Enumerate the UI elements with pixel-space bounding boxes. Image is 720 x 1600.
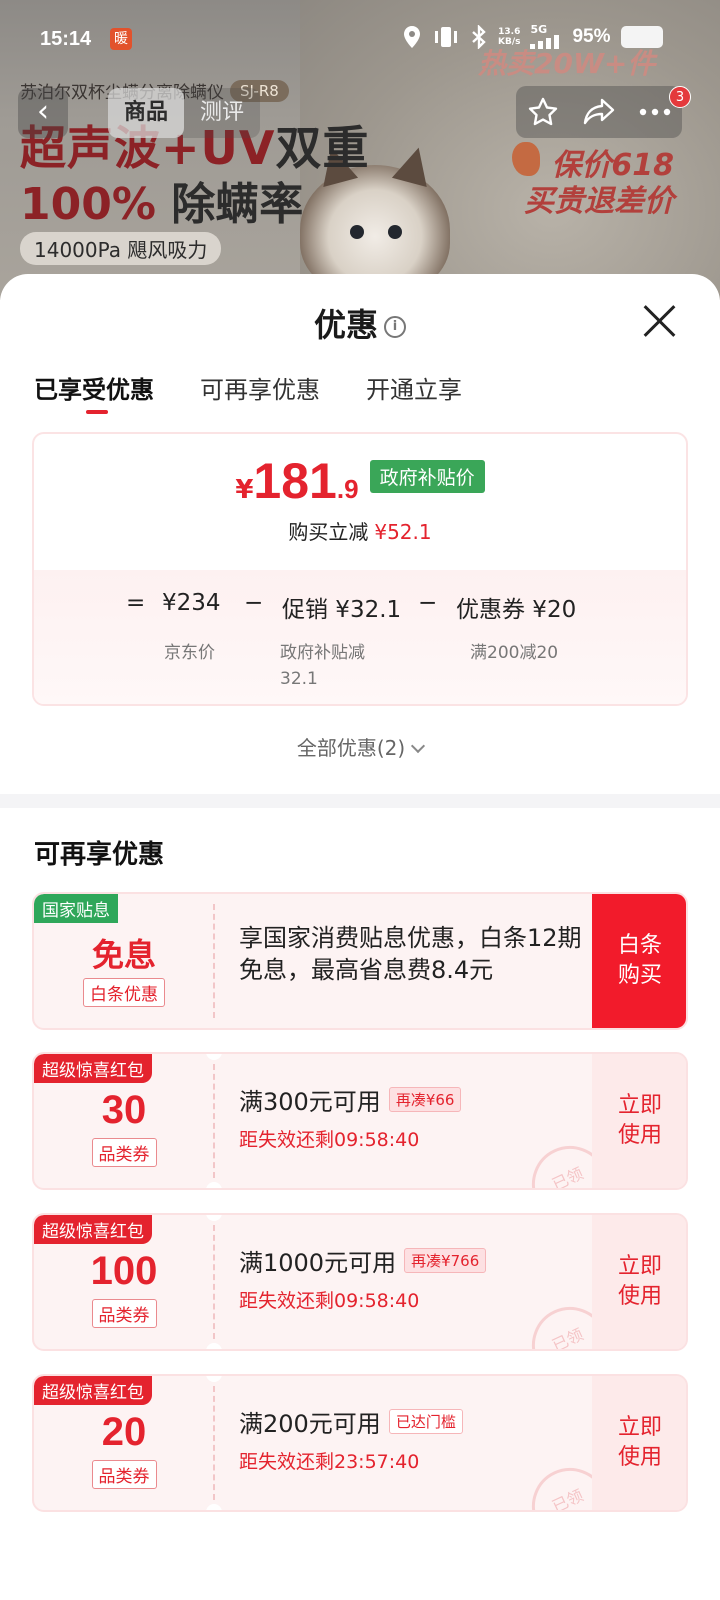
coupon-card: 超级惊喜红包 30 品类券 满300元可用 再凑¥66 距失效还剩09:58:40…	[32, 1052, 688, 1190]
section-divider	[0, 794, 720, 808]
coupon-type: 品类券	[91, 1460, 157, 1489]
coupon-amount: 优惠券 ¥20	[456, 597, 577, 623]
back-button[interactable]: ‹	[18, 88, 68, 138]
tab-review[interactable]: 测评	[184, 88, 260, 138]
promo-amount: 促销 ¥32.1	[282, 597, 402, 623]
coupon-chip: 再凑¥766	[404, 1248, 487, 1273]
fire-icon	[512, 142, 540, 176]
use-now-button[interactable]: 立即 使用	[592, 1215, 686, 1349]
all-discounts-toggle[interactable]: 全部优惠(2)	[0, 732, 720, 761]
coupon-ribbon: 超级惊喜红包	[34, 1215, 152, 1244]
coupon-card-interest-free: 国家贴息 免息 白条优惠 享国家消费贴息优惠，白条12期免息，最高省息费8.4元…	[32, 892, 688, 1030]
more-badge: 3	[669, 86, 691, 108]
coupon-type: 白条优惠	[83, 978, 165, 1007]
coupon-card: 超级惊喜红包 100 品类券 满1000元可用 再凑¥766 距失效还剩09:58…	[32, 1213, 688, 1351]
notification-badge: 暖	[110, 28, 132, 50]
coupon-threshold: 满1000元可用	[239, 1249, 397, 1277]
coupon-value: 免息	[91, 936, 156, 974]
share-icon[interactable]	[582, 96, 616, 128]
coupon-ribbon: 国家贴息	[34, 894, 118, 923]
coupon-card: 超级惊喜红包 20 品类券 满200元可用 已达门槛 距失效还剩23:57:40 …	[32, 1374, 688, 1512]
jd-price: ¥234	[162, 590, 221, 616]
coupon-threshold: 满300元可用	[239, 1088, 381, 1116]
tab-activate[interactable]: 开通立享	[366, 370, 462, 405]
enjoyed-discount-card: ¥181.9 政府补贴价 购买立减 ¥52.1 = ¥234 − 促销 ¥32.1…	[32, 432, 688, 706]
coupon-type: 品类券	[91, 1138, 157, 1167]
discount-tabs: 已享受优惠 可再享优惠 开通立享	[34, 370, 462, 414]
use-now-button[interactable]: 立即 使用	[592, 1054, 686, 1188]
coupon-countdown: 距失效还剩23:57:40	[239, 1451, 420, 1473]
info-icon[interactable]: i	[384, 316, 406, 338]
minus-sign: −	[418, 590, 438, 616]
discount-sheet: 优惠 i 已享受优惠 可再享优惠 开通立享 ¥181.9 政府补贴价 购买立减 ¥5…	[0, 274, 720, 1600]
coupon-value: 20	[101, 1410, 147, 1454]
final-price: ¥181.9 政府补贴价	[34, 452, 686, 510]
minus-sign: −	[244, 590, 264, 616]
instant-reduction: 购买立减 ¥52.1	[288, 520, 432, 544]
hot-sale-banner: 热卖20W+件	[478, 47, 656, 80]
use-now-button[interactable]: 立即 使用	[592, 1376, 686, 1510]
sheet-title: 优惠 i	[0, 300, 720, 346]
status-time: 15:14	[40, 28, 92, 50]
jd-price-label: 京东价	[164, 643, 215, 663]
more-icon[interactable]	[639, 108, 671, 116]
equals-sign: =	[126, 590, 146, 616]
coupon-countdown: 距失效还剩09:58:40	[239, 1290, 420, 1312]
coupon-description: 享国家消费贴息优惠，白条12期免息，最高省息费8.4元	[239, 924, 582, 984]
chevron-down-icon	[411, 738, 426, 754]
baitiao-buy-button[interactable]: 白条 购买	[592, 894, 686, 1028]
coupon-ribbon: 超级惊喜红包	[34, 1054, 152, 1083]
price-breakdown: = ¥234 − 促销 ¥32.1 − 优惠券 ¥20 京东价 政府补贴减 32…	[34, 570, 686, 704]
tab-product[interactable]: 商品	[108, 88, 184, 138]
favorite-star-icon[interactable]	[527, 96, 559, 128]
nav-actions	[516, 86, 682, 138]
coupon-label: 满200减20	[470, 643, 559, 663]
coupon-value: 30	[101, 1088, 147, 1132]
subsidy-price-tag: 政府补贴价	[369, 460, 485, 493]
promo-618-banner: 保价618 买贵退差价	[512, 142, 674, 220]
tab-enjoyed[interactable]: 已享受优惠	[34, 370, 154, 414]
promo-label: 政府补贴减 32.1	[280, 643, 365, 689]
coupon-countdown: 距失效还剩09:58:40	[239, 1129, 420, 1151]
vibrate-icon	[435, 26, 457, 47]
coupon-ribbon: 超级惊喜红包	[34, 1376, 152, 1405]
section-title: 可再享优惠	[34, 840, 165, 870]
location-icon	[404, 25, 420, 48]
tab-more-available[interactable]: 可再享优惠	[200, 370, 320, 405]
product-nav-tabs: 商品 测评	[108, 88, 260, 138]
coupon-chip: 已达门槛	[388, 1409, 463, 1434]
hero-line-3: 14000Pa 飓风吸力	[20, 232, 222, 265]
coupon-type: 品类券	[91, 1299, 157, 1328]
hero-line-2: 100% 除螨率	[20, 179, 304, 230]
coupon-threshold: 满200元可用	[239, 1410, 381, 1438]
coupon-chip: 再凑¥66	[388, 1087, 462, 1112]
coupon-value: 100	[90, 1249, 158, 1293]
close-icon[interactable]	[642, 302, 678, 338]
